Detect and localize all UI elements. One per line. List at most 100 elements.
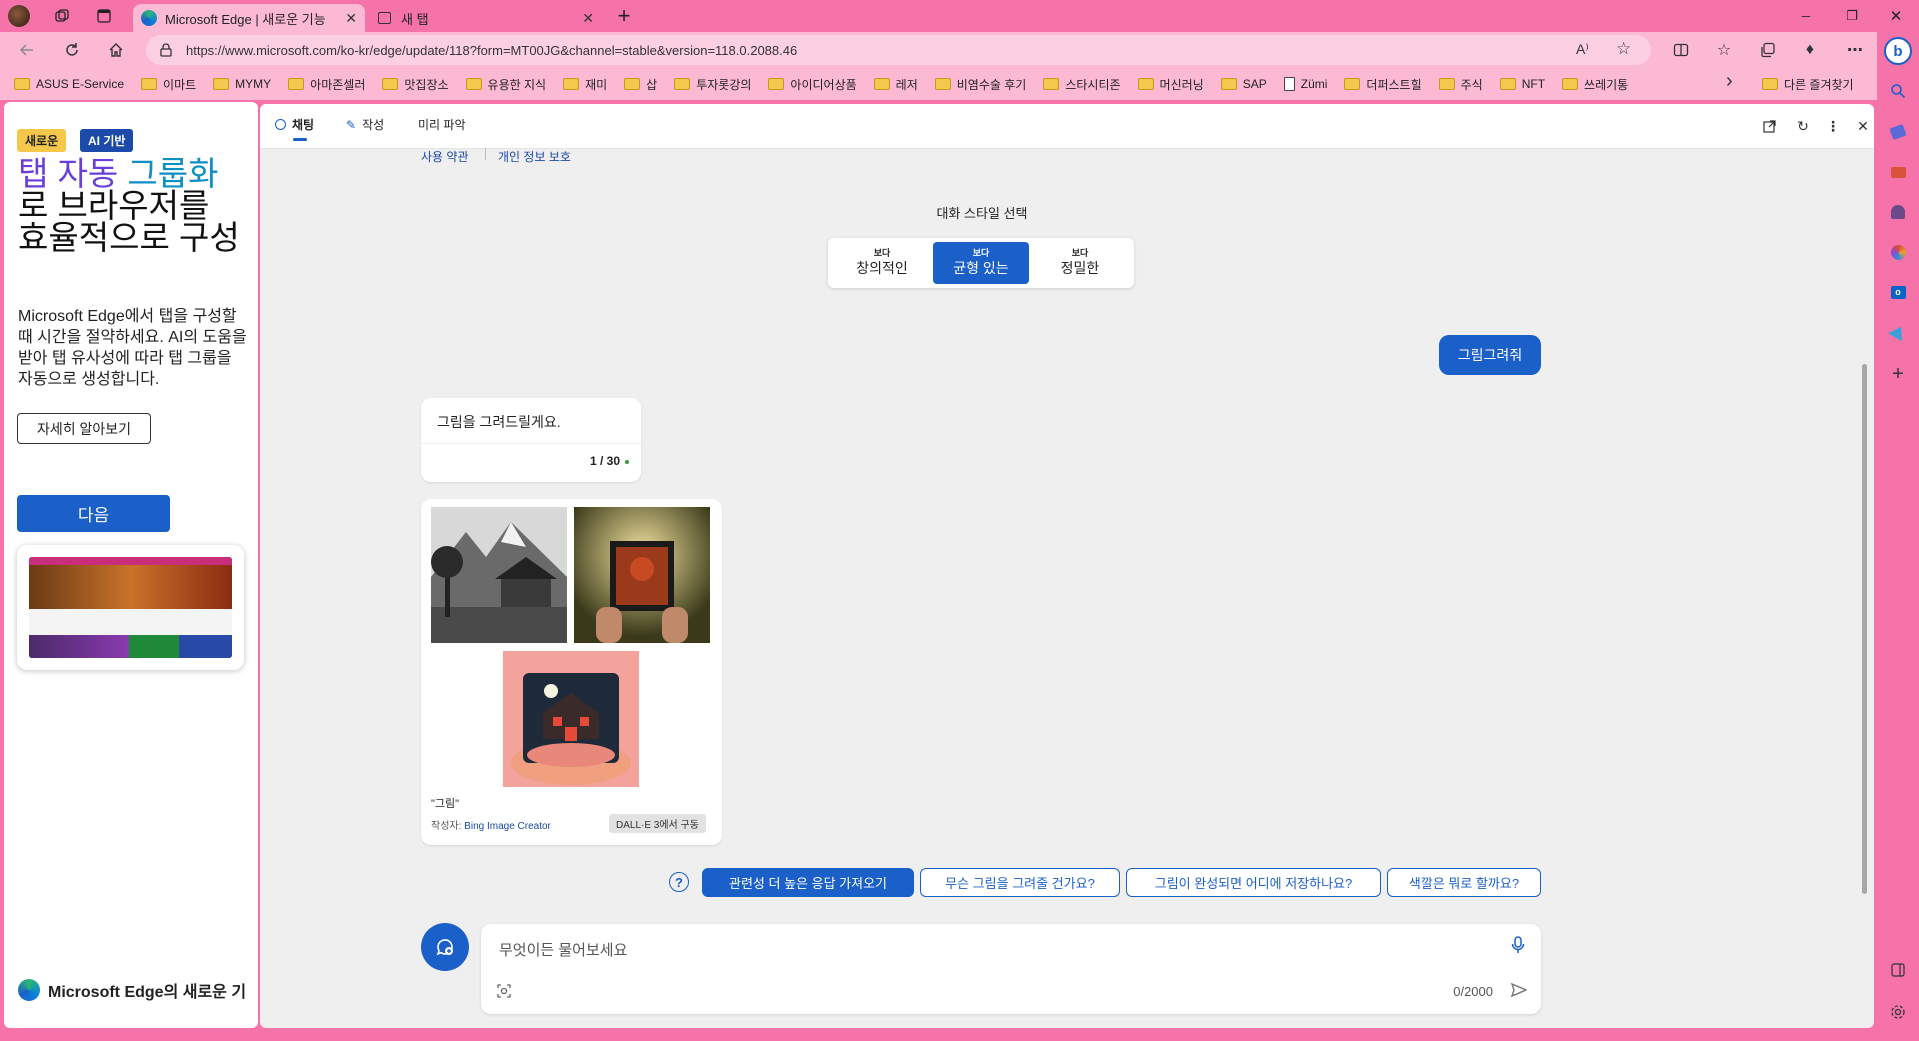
favorite-item[interactable]: Zümi — [1283, 71, 1327, 97]
favorite-item[interactable]: 투자롯강의 — [674, 71, 751, 97]
favorite-item[interactable]: 유용한 지식 — [465, 71, 546, 97]
style-precise-button[interactable]: 보다 정밀한 — [1032, 242, 1128, 284]
profile-avatar[interactable] — [8, 5, 30, 27]
visual-search-icon[interactable] — [497, 984, 511, 998]
next-button[interactable]: 다음 — [17, 495, 170, 532]
style-creative-button[interactable]: 보다 창의적인 — [834, 242, 930, 284]
image-creator-link[interactable]: Bing Image Creator — [464, 821, 551, 832]
favorite-label: SAP — [1242, 77, 1267, 91]
resize-handle[interactable]: ⋮ — [254, 554, 258, 574]
search-icon[interactable] — [1886, 79, 1910, 103]
tab-chat[interactable]: 채팅 — [275, 116, 314, 141]
bing-icon[interactable]: b — [1884, 37, 1912, 65]
generated-image-2[interactable] — [574, 507, 710, 643]
favorite-label: 더퍼스트힐 — [1366, 77, 1422, 92]
style-prefix: 보다 — [1071, 248, 1089, 258]
favorite-item[interactable]: 삽 — [624, 71, 657, 97]
restore-button[interactable]: ❐ — [1832, 0, 1872, 32]
favorite-item[interactable]: 스타시티존 — [1043, 71, 1121, 97]
feature-preview-image — [29, 557, 232, 658]
favorite-item[interactable]: 아마존셀러 — [288, 71, 365, 97]
favorite-item[interactable]: 맛집장소 — [382, 71, 449, 97]
chat-input-box: 0/2000 — [481, 924, 1541, 1014]
favorite-label: 아이디어상품 — [790, 77, 857, 92]
more-icon[interactable]: ⋯ — [1843, 38, 1867, 62]
outlook-icon[interactable]: o — [1886, 280, 1910, 304]
tab-compose[interactable]: ✎ 작성 — [346, 116, 384, 133]
favorites-icon[interactable]: ☆ — [1712, 38, 1736, 62]
suggestion-chip[interactable]: 색깔은 뭐로 할까요? — [1387, 868, 1541, 897]
add-icon[interactable]: + — [1886, 362, 1910, 386]
office-icon[interactable] — [1886, 240, 1910, 264]
generated-image-1[interactable] — [431, 507, 567, 643]
drop-icon[interactable] — [1886, 320, 1910, 344]
bot-message-divider — [421, 443, 641, 444]
favorites-overflow-button[interactable]: › — [1726, 70, 1733, 93]
generated-image-3[interactable] — [503, 651, 639, 787]
learn-more-button[interactable]: 자세히 알아보기 — [17, 413, 151, 444]
panel-close-icon[interactable]: ✕ — [1853, 116, 1873, 136]
page-icon — [1283, 77, 1295, 91]
workspaces-icon[interactable] — [42, 0, 82, 32]
address-bar[interactable]: https://www.microsoft.com/ko-kr/edge/upd… — [146, 35, 1651, 65]
badge-ai: AI 기반 — [80, 129, 134, 152]
close-tab-icon[interactable]: ✕ — [345, 10, 357, 27]
terms-link[interactable]: 사용 약관 — [421, 148, 469, 165]
favorite-item[interactable]: 재미 — [563, 71, 607, 97]
favorite-item[interactable]: NFT — [1499, 71, 1545, 97]
settings-icon[interactable] — [1886, 1000, 1910, 1024]
lock-icon[interactable] — [160, 43, 172, 57]
favorite-item[interactable]: 더퍼스트힐 — [1344, 71, 1422, 97]
panel-more-icon[interactable]: ⋮ — [1823, 116, 1843, 136]
read-aloud-icon[interactable]: A⁾ — [1576, 41, 1589, 58]
chat-input[interactable] — [497, 934, 1481, 966]
tab-actions-icon[interactable] — [84, 0, 124, 32]
tab-insights[interactable]: 미리 파악 — [418, 116, 466, 133]
folder-icon — [768, 78, 785, 90]
games-icon[interactable] — [1886, 200, 1910, 224]
suggestion-chip[interactable]: 무슨 그림을 그려줄 건가요? — [920, 868, 1120, 897]
favorite-item[interactable]: 쓰레기통 — [1562, 71, 1628, 97]
favorite-item[interactable]: 비염수술 후기 — [934, 71, 1026, 97]
tools-icon[interactable] — [1886, 160, 1910, 184]
send-icon[interactable] — [1511, 982, 1527, 998]
panel-refresh-icon[interactable]: ↻ — [1793, 116, 1813, 136]
close-window-button[interactable]: ✕ — [1876, 0, 1916, 32]
favorite-item[interactable]: 아이디어상품 — [768, 71, 857, 97]
favorite-star-icon[interactable]: ☆ — [1616, 39, 1631, 59]
favorite-label: 삽 — [646, 77, 658, 92]
favorite-item[interactable]: SAP — [1220, 71, 1267, 97]
favorite-label: 이마트 — [163, 77, 197, 92]
hero-title-part3: 로 브라우저를 효율적으로 구성 — [18, 187, 240, 256]
home-icon[interactable] — [101, 35, 131, 65]
suggestions-help-icon[interactable]: ? — [669, 872, 689, 892]
suggestion-chip[interactable]: 관련성 더 높은 응답 가져오기 — [702, 868, 914, 897]
microphone-icon[interactable] — [1511, 936, 1525, 954]
split-screen-icon[interactable] — [1669, 38, 1693, 62]
extensions-icon[interactable]: ♦ — [1798, 38, 1822, 62]
favorite-item[interactable]: ASUS E-Service — [14, 71, 124, 97]
new-topic-button[interactable] — [421, 923, 469, 971]
tab-new-tab[interactable]: 새 탭 ✕ — [370, 4, 602, 32]
new-tab-button[interactable]: + — [604, 0, 644, 32]
sidebar-icon[interactable] — [1886, 958, 1910, 982]
close-tab-icon[interactable]: ✕ — [582, 10, 594, 27]
back-icon[interactable] — [12, 35, 42, 65]
refresh-icon[interactable] — [57, 35, 87, 65]
chat-scrollbar[interactable] — [1862, 364, 1867, 894]
favorite-item[interactable]: 레저 — [873, 71, 918, 97]
favorite-item[interactable]: 주식 — [1438, 71, 1483, 97]
folder-icon — [1562, 78, 1579, 90]
collections-icon[interactable] — [1756, 38, 1780, 62]
open-in-new-icon[interactable] — [1759, 116, 1779, 136]
privacy-link[interactable]: 개인 정보 보호 — [498, 148, 571, 165]
suggestion-chip[interactable]: 그림이 완성되면 어디에 저장하나요? — [1126, 868, 1381, 897]
other-favorites[interactable]: 다른 즐겨찾기 — [1762, 71, 1854, 97]
shopping-icon[interactable] — [1886, 120, 1910, 144]
style-balanced-button[interactable]: 보다 균형 있는 — [933, 242, 1029, 284]
favorite-item[interactable]: 머신러닝 — [1137, 71, 1204, 97]
tab-whats-new[interactable]: Microsoft Edge | 새로운 기능 ✕ — [133, 4, 365, 32]
minimize-button[interactable]: ─ — [1786, 0, 1826, 32]
favorite-item[interactable]: 이마트 — [141, 71, 196, 97]
favorite-item[interactable]: MYMY — [213, 71, 271, 97]
